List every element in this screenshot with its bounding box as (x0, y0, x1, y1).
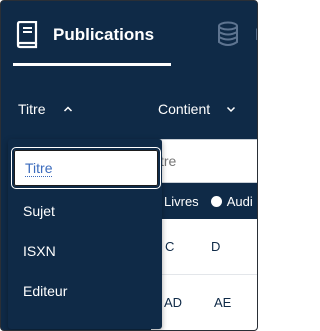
tab-publications-label: Publications (53, 25, 155, 44)
active-tab-indicator (13, 63, 171, 66)
letter-c[interactable]: C (165, 239, 174, 254)
filter-row: Titre Contient (1, 81, 257, 139)
dropdown-item-editeur[interactable]: Editeur (8, 271, 162, 311)
search-panel: Publications F Titre (0, 0, 258, 331)
dropdown-item-label: Titre (25, 159, 53, 177)
type-option-audio-label: Audi (226, 193, 253, 209)
dropdown-item-label: Editeur (23, 283, 68, 299)
letter-grid: C D AD AE (151, 219, 257, 330)
type-option-audio[interactable]: Audi (210, 193, 253, 209)
dropdown-item-label: Sujet (23, 203, 55, 219)
grid-row: C D (151, 219, 257, 275)
field-select-value: Titre (18, 101, 46, 117)
dropdown-item-label: ISXN (23, 243, 56, 259)
tab-next[interactable]: F (217, 15, 257, 55)
type-option-livres-label: Livres (164, 193, 199, 209)
dropdown-item-isxn[interactable]: ISXN (8, 231, 162, 271)
letter-d[interactable]: D (211, 239, 220, 254)
radio-icon[interactable] (210, 195, 222, 207)
tab-bar: Publications F (1, 1, 257, 69)
letter-ae[interactable]: AE (214, 295, 231, 310)
search-input[interactable] (152, 153, 257, 169)
type-option-livres[interactable]: Livres (164, 194, 199, 209)
type-options: Livres Audi (151, 183, 257, 219)
tab-next-label: F (255, 25, 257, 45)
operator-select-value: Contient (158, 101, 211, 117)
dropdown-item-sujet[interactable]: Sujet (8, 191, 162, 231)
database-icon (217, 21, 241, 49)
field-select[interactable]: Titre (18, 101, 73, 117)
letter-ad[interactable]: AD (164, 295, 182, 310)
search-field (151, 139, 257, 183)
field-dropdown-menu: Titre Sujet ISXN Editeur (8, 139, 162, 329)
dropdown-item-titre[interactable]: Titre (11, 147, 161, 189)
tab-publications[interactable]: Publications (15, 15, 154, 55)
chevron-down-icon (226, 104, 236, 114)
book-icon (15, 21, 39, 49)
grid-row: AD AE (151, 275, 257, 330)
operator-select[interactable]: Contient (158, 101, 236, 117)
chevron-up-icon (63, 104, 73, 114)
